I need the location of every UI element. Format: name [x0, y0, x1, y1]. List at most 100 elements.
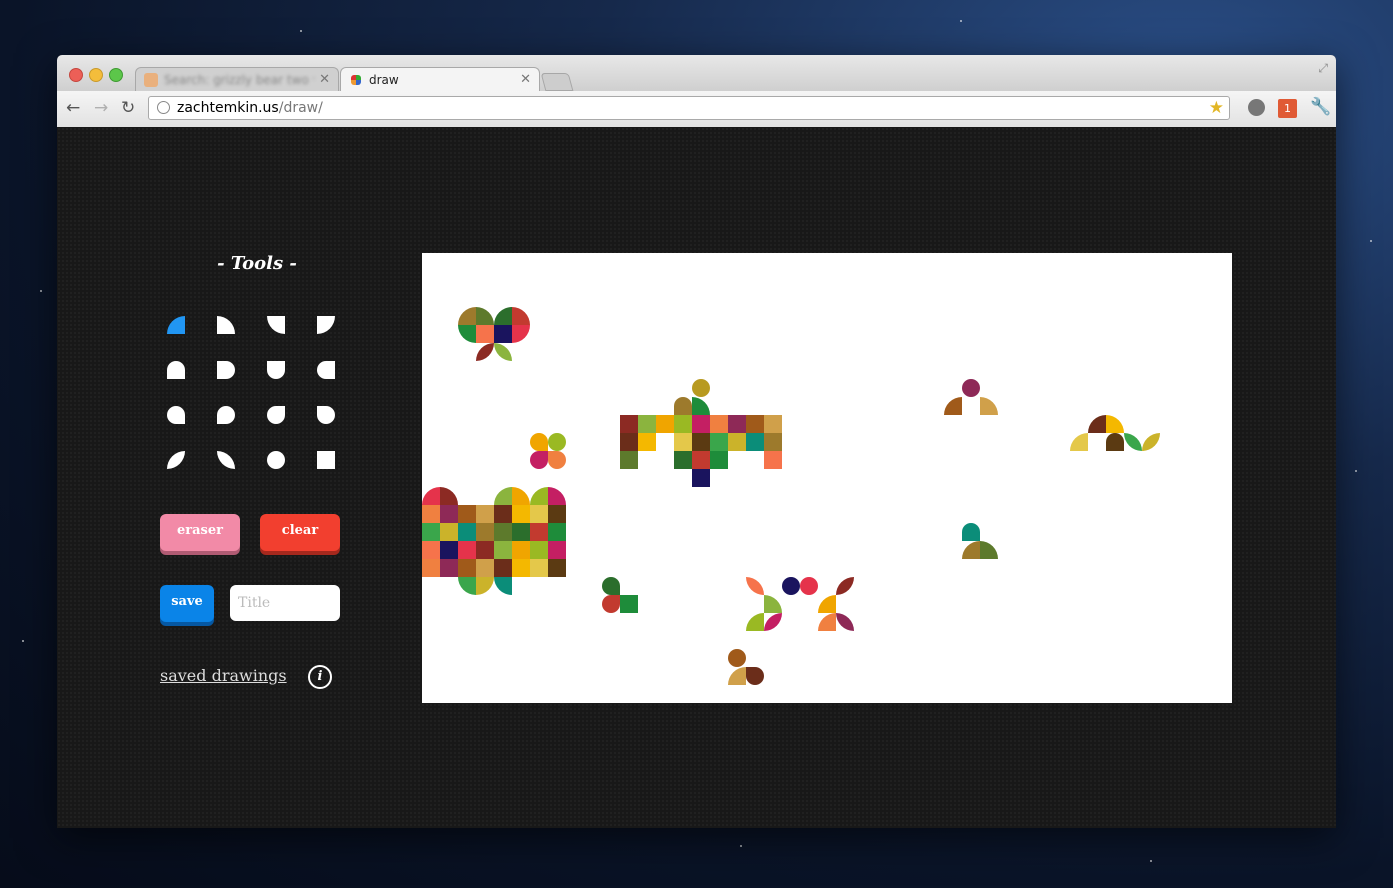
canvas-shape	[530, 523, 548, 541]
canvas-shape	[728, 433, 746, 451]
tool-quarter-bl[interactable]	[267, 316, 285, 334]
canvas-shape	[440, 523, 458, 541]
canvas-shape	[836, 613, 854, 631]
canvas-shape	[494, 577, 512, 595]
tab-close-icon[interactable]: ✕	[319, 72, 330, 87]
bookmark-star-icon[interactable]: ★	[1209, 98, 1224, 118]
reload-icon[interactable]: ↻	[121, 98, 135, 118]
url-host: zachtemkin.us	[177, 100, 279, 116]
tab-search[interactable]: Search: grizzly bear two wo... ✕	[135, 67, 339, 91]
canvas-shape	[422, 487, 440, 505]
address-bar[interactable]: zachtemkin.us/draw/ ★	[148, 96, 1230, 120]
title-input[interactable]	[230, 585, 340, 621]
tab-draw[interactable]: draw ✕	[340, 67, 540, 91]
tool-circle[interactable]	[267, 451, 285, 469]
back-icon[interactable]: ←	[66, 98, 80, 118]
canvas-shape	[692, 433, 710, 451]
canvas-shape	[656, 415, 674, 433]
page-content: - Tools - eraser clear save saved drawin…	[57, 127, 1336, 828]
canvas-shape	[980, 541, 998, 559]
tool-half-top[interactable]	[167, 361, 185, 379]
canvas-shape	[476, 505, 494, 523]
canvas-shape	[458, 523, 476, 541]
canvas-shape	[638, 433, 656, 451]
canvas-shape	[674, 433, 692, 451]
canvas-shape	[548, 541, 566, 559]
tool-leaf-diag-b[interactable]	[217, 451, 235, 469]
canvas-shape	[746, 433, 764, 451]
tool-leaf-diag-a[interactable]	[167, 451, 185, 469]
tool-quarter-tl[interactable]	[167, 316, 185, 334]
canvas-shape	[440, 505, 458, 523]
tool-leaf-tl[interactable]	[167, 406, 185, 424]
tool-quarter-br[interactable]	[317, 316, 335, 334]
canvas-shape	[440, 559, 458, 577]
canvas-shape	[692, 451, 710, 469]
canvas-shape	[476, 325, 494, 343]
canvas-shape	[962, 379, 980, 397]
extension-badge-icon[interactable]: 1	[1278, 99, 1297, 118]
tool-half-bottom[interactable]	[267, 361, 285, 379]
canvas-shape	[476, 307, 494, 325]
canvas-shape	[818, 613, 836, 631]
canvas-shape	[980, 397, 998, 415]
forward-icon[interactable]: →	[94, 98, 108, 118]
canvas-shape	[512, 523, 530, 541]
tool-half-right[interactable]	[217, 361, 235, 379]
canvas-shape	[1070, 433, 1088, 451]
canvas-shape	[476, 577, 494, 595]
tools-heading: - Tools -	[217, 253, 297, 274]
canvas-shape	[620, 451, 638, 469]
tool-leaf-bl[interactable]	[267, 406, 285, 424]
canvas-shape	[530, 451, 548, 469]
canvas-shape	[422, 505, 440, 523]
minimize-window-button[interactable]	[89, 68, 103, 82]
tab-favicon-icon	[351, 75, 361, 85]
canvas-shape	[530, 433, 548, 451]
tool-leaf-tr[interactable]	[217, 406, 235, 424]
tool-leaf-br[interactable]	[317, 406, 335, 424]
canvas-shape	[620, 415, 638, 433]
tab-close-icon[interactable]: ✕	[520, 72, 531, 87]
globe-icon	[157, 101, 170, 114]
tool-quarter-tr[interactable]	[217, 316, 235, 334]
canvas-shape	[422, 559, 440, 577]
canvas-shape	[710, 433, 728, 451]
canvas-shape	[512, 487, 530, 505]
download-icon[interactable]	[1248, 99, 1265, 116]
clear-button[interactable]: clear	[260, 514, 340, 551]
info-icon[interactable]: i	[308, 665, 332, 689]
tool-square[interactable]	[317, 451, 335, 469]
title-bar: Search: grizzly bear two wo... ✕ draw ✕ …	[57, 55, 1336, 91]
canvas-shape	[548, 505, 566, 523]
canvas-shape	[1106, 433, 1124, 451]
eraser-button[interactable]: eraser	[160, 514, 240, 551]
canvas-shape	[962, 541, 980, 559]
canvas-shape	[1088, 415, 1106, 433]
tool-half-left[interactable]	[317, 361, 335, 379]
canvas-shape	[602, 577, 620, 595]
canvas-shape	[458, 577, 476, 595]
canvas-shape	[1142, 433, 1160, 451]
browser-toolbar: ← → ↻ zachtemkin.us/draw/ ★ 1 🔧	[57, 91, 1336, 128]
canvas-shape	[746, 415, 764, 433]
fullscreen-icon[interactable]: ⤢	[1318, 61, 1328, 76]
canvas-shape	[728, 415, 746, 433]
saved-drawings-link[interactable]: saved drawings	[160, 666, 287, 685]
maximize-window-button[interactable]	[109, 68, 123, 82]
close-window-button[interactable]	[69, 68, 83, 82]
canvas-shape	[548, 559, 566, 577]
drawing-canvas[interactable]	[422, 253, 1232, 703]
canvas-shape	[602, 595, 620, 613]
canvas-shape	[512, 559, 530, 577]
canvas-shape	[1106, 415, 1124, 433]
wrench-icon[interactable]: 🔧	[1310, 97, 1331, 117]
canvas-shape	[746, 613, 764, 631]
tab-title: Search: grizzly bear two wo...	[164, 73, 314, 87]
canvas-shape	[692, 397, 710, 415]
canvas-shape	[476, 541, 494, 559]
new-tab-button[interactable]	[540, 73, 574, 91]
save-button[interactable]: save	[160, 585, 214, 622]
canvas-shape	[512, 505, 530, 523]
canvas-shape	[692, 415, 710, 433]
